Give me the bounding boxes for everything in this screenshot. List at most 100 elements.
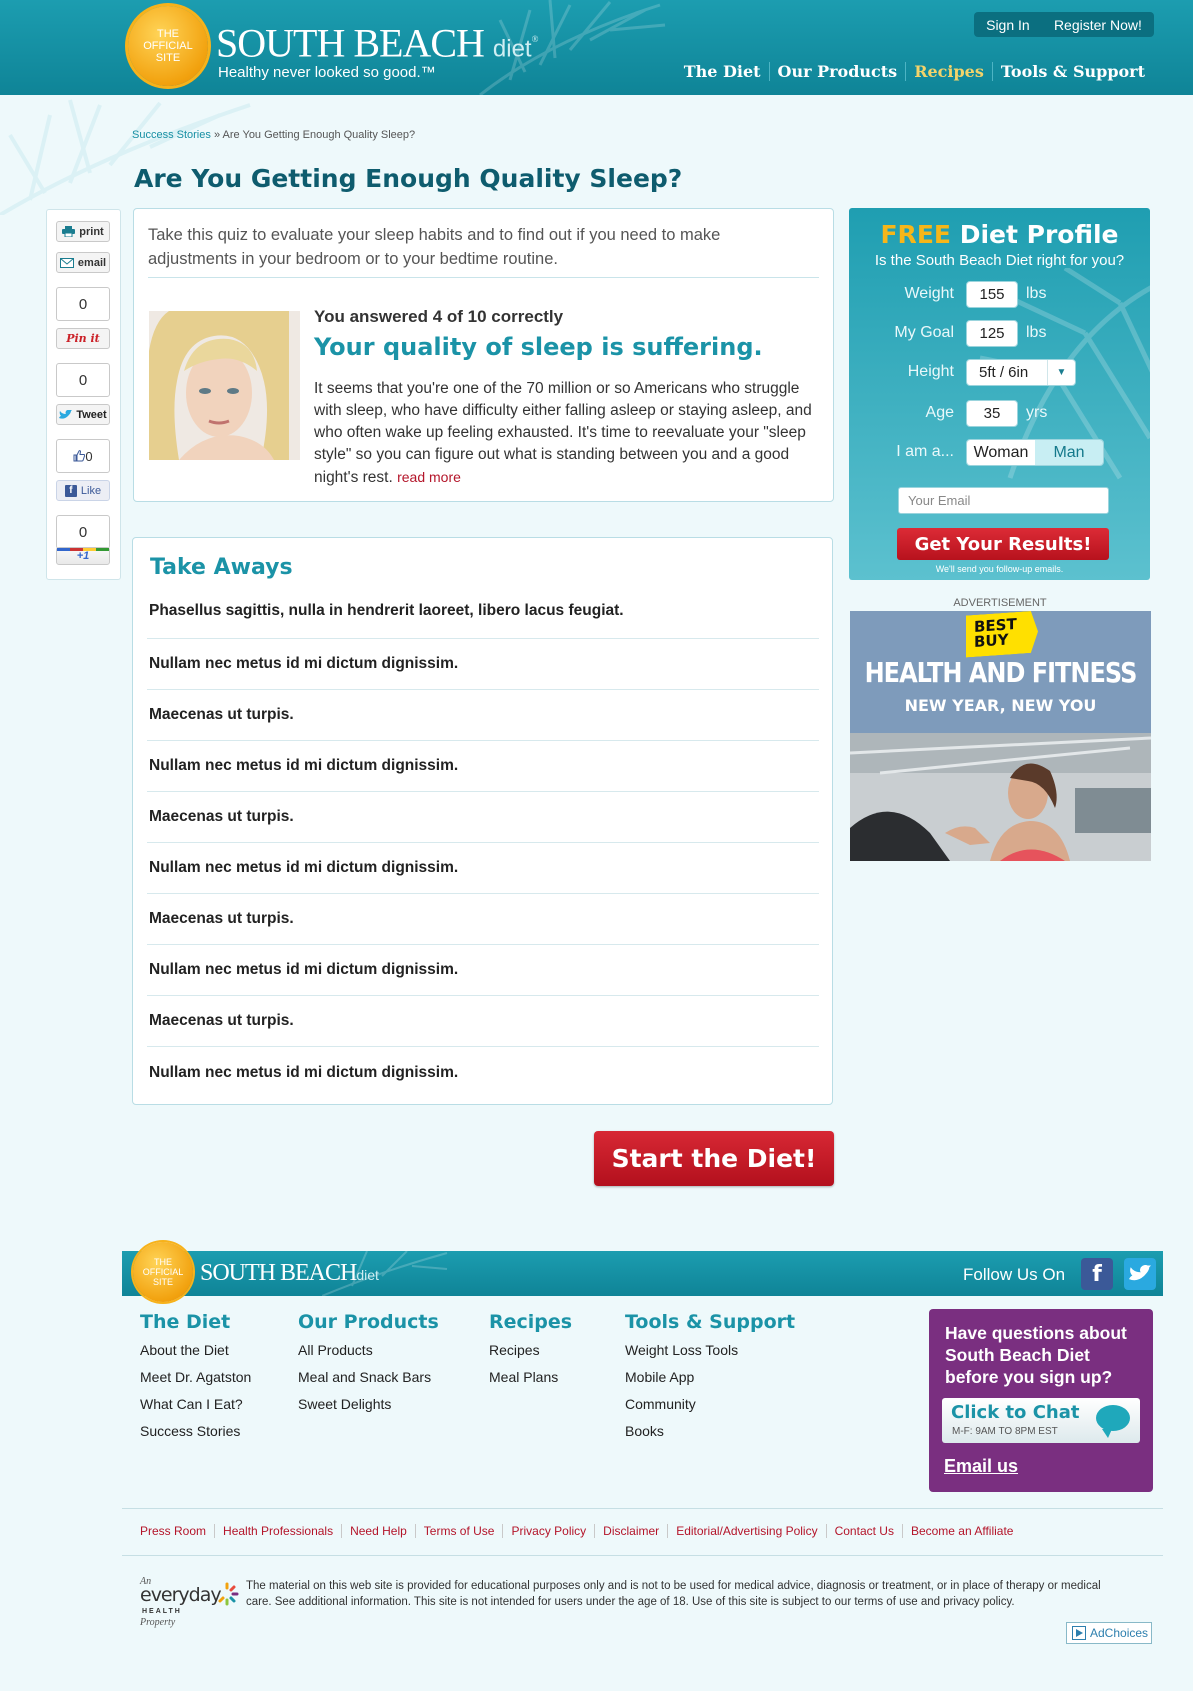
- read-more-link[interactable]: read more: [397, 469, 461, 485]
- everyday-health-logo[interactable]: An everyday HEALTH Property: [140, 1576, 239, 1631]
- footer-col-title[interactable]: The Diet: [140, 1311, 251, 1333]
- envelope-icon: [59, 257, 74, 268]
- footer-link[interactable]: Weight Loss Tools: [625, 1342, 795, 1369]
- divider: [148, 277, 819, 278]
- register-link[interactable]: Register Now!: [1054, 17, 1142, 33]
- age-input[interactable]: 35: [966, 400, 1018, 427]
- footer-link[interactable]: Meal and Snack Bars: [298, 1369, 439, 1396]
- nav-the-diet[interactable]: The Diet: [676, 62, 769, 81]
- legal-links: Press Room Health Professionals Need Hel…: [140, 1524, 1021, 1538]
- gender-woman-option[interactable]: Woman: [967, 440, 1035, 465]
- site-logo[interactable]: SOUTH BEACH diet®: [216, 18, 539, 70]
- logo-suffix: diet: [492, 35, 532, 63]
- tweet-label: Tweet: [76, 408, 107, 421]
- footer-divider: [122, 1508, 1163, 1509]
- email-us-link[interactable]: Email us: [944, 1456, 1018, 1477]
- age-unit: yrs: [1026, 404, 1048, 421]
- sign-in-link[interactable]: Sign In: [986, 17, 1030, 33]
- gender-man-option[interactable]: Man: [1035, 440, 1103, 465]
- goal-input[interactable]: 125: [966, 320, 1018, 347]
- official-site-seal: The Official Site: [128, 6, 208, 86]
- like-count: 0: [85, 448, 93, 464]
- print-label: print: [79, 225, 104, 238]
- print-button[interactable]: print: [56, 221, 110, 242]
- legal-link[interactable]: Need Help: [341, 1524, 415, 1538]
- quiz-score: You answered 4 of 10 correctly: [314, 307, 564, 326]
- like-count-box: 0: [56, 439, 110, 473]
- nav-our-products[interactable]: Our Products: [768, 62, 906, 81]
- age-label: Age: [925, 404, 954, 421]
- height-select[interactable]: 5ft / 6in ▼: [966, 359, 1076, 386]
- footer-col-title[interactable]: Recipes: [489, 1311, 572, 1333]
- legal-link[interactable]: Press Room: [140, 1524, 214, 1538]
- legal-link[interactable]: Become an Affiliate: [901, 1524, 1022, 1538]
- legal-link[interactable]: Health Professionals: [214, 1524, 341, 1538]
- chat-hours: M-F: 9AM TO 8PM EST: [952, 1426, 1058, 1437]
- footer-link[interactable]: Recipes: [489, 1342, 572, 1369]
- nav-tools-support[interactable]: Tools & Support: [991, 62, 1153, 81]
- pin-count: 0: [56, 287, 110, 321]
- weight-input[interactable]: 155: [966, 281, 1018, 308]
- gender-toggle: Woman Man: [966, 439, 1104, 466]
- eh-logo-name: everyday: [140, 1584, 222, 1606]
- logo-text: SOUTH BEACH: [216, 20, 485, 66]
- seal-line: Official: [142, 1267, 184, 1277]
- profile-note: We'll send you follow-up emails.: [935, 564, 1064, 574]
- legal-link[interactable]: Disclaimer: [594, 1524, 667, 1538]
- google-plus-one-button[interactable]: +1: [56, 547, 110, 565]
- facebook-icon[interactable]: f: [1081, 1258, 1113, 1290]
- logo-mark: ®: [531, 34, 539, 44]
- footer-link[interactable]: Meet Dr. Agatston: [140, 1369, 251, 1396]
- footer-link[interactable]: What Can I Eat?: [140, 1396, 251, 1423]
- footer-col-title[interactable]: Tools & Support: [625, 1311, 795, 1333]
- gender-label: I am a...: [896, 443, 954, 460]
- quiz-result-card: Take this quiz to evaluate your sleep ha…: [133, 208, 834, 502]
- chat-promo-box: Have questions about South Beach Diet be…: [929, 1309, 1153, 1492]
- twitter-icon[interactable]: [1124, 1258, 1156, 1290]
- breadcrumb-success-stories[interactable]: Success Stories: [132, 129, 211, 141]
- adchoices-button[interactable]: AdChoices: [1066, 1622, 1152, 1644]
- chat-question: Have questions about South Beach Diet be…: [945, 1323, 1127, 1387]
- footer-col-title[interactable]: Our Products: [298, 1311, 439, 1333]
- height-row: Height 5ft / 6in ▼: [849, 359, 1150, 387]
- facebook-like-button[interactable]: f Like: [56, 480, 110, 501]
- chat-bubble-icon: [1096, 1405, 1130, 1438]
- woman-running-image: [850, 733, 1151, 861]
- footer-logo[interactable]: SOUTH BEACHdiet: [200, 1260, 379, 1287]
- nav-recipes[interactable]: Recipes: [905, 62, 992, 81]
- tagline: Healthy never looked so good.™: [218, 64, 436, 81]
- footer-link[interactable]: Mobile App: [625, 1369, 795, 1396]
- legal-link[interactable]: Terms of Use: [414, 1524, 503, 1538]
- breadcrumb-current: Are You Getting Enough Quality Sleep?: [222, 129, 416, 141]
- email-button[interactable]: email: [56, 252, 110, 273]
- footer-link[interactable]: Sweet Delights: [298, 1396, 439, 1423]
- goal-label: My Goal: [894, 324, 954, 341]
- weight-label: Weight: [904, 285, 954, 302]
- footer-link[interactable]: Books: [625, 1423, 795, 1450]
- legal-link[interactable]: Contact Us: [825, 1524, 902, 1538]
- main-nav: The Diet Our Products Recipes Tools & Su…: [676, 62, 1153, 81]
- result-description-text: It seems that you're one of the 70 milli…: [314, 380, 812, 486]
- woman-portrait-image: [149, 311, 300, 460]
- start-the-diet-button[interactable]: Start the Diet!: [594, 1131, 834, 1186]
- twitter-bird-icon: [59, 409, 73, 419]
- tweet-count: 0: [56, 363, 110, 397]
- email-field[interactable]: Your Email: [898, 487, 1109, 514]
- click-to-chat-button[interactable]: Click to Chat M-F: 9AM TO 8PM EST: [942, 1398, 1140, 1443]
- footer-link[interactable]: All Products: [298, 1342, 439, 1369]
- legal-link[interactable]: Editorial/Advertising Policy: [667, 1524, 825, 1538]
- best-buy-logo: BEST BUY: [966, 611, 1038, 658]
- footer-link[interactable]: Community: [625, 1396, 795, 1423]
- tweet-button[interactable]: Tweet: [56, 404, 110, 425]
- footer-link[interactable]: Meal Plans: [489, 1369, 572, 1396]
- list-item: Maecenas ut turpis.: [147, 690, 819, 741]
- pin-it-button[interactable]: Pin it: [56, 328, 110, 349]
- list-item: Nullam nec metus id mi dictum dignissim.: [147, 843, 819, 894]
- plus-one-label: +1: [76, 550, 90, 562]
- footer-link[interactable]: About the Diet: [140, 1342, 251, 1369]
- best-buy-ad[interactable]: BEST BUY HEALTH AND FITNESS NEW YEAR, NE…: [850, 611, 1151, 861]
- legal-link[interactable]: Privacy Policy: [502, 1524, 594, 1538]
- get-results-button[interactable]: Get Your Results!: [897, 528, 1109, 560]
- footer-link[interactable]: Success Stories: [140, 1423, 251, 1450]
- footer-logo-suffix: diet: [356, 1267, 379, 1283]
